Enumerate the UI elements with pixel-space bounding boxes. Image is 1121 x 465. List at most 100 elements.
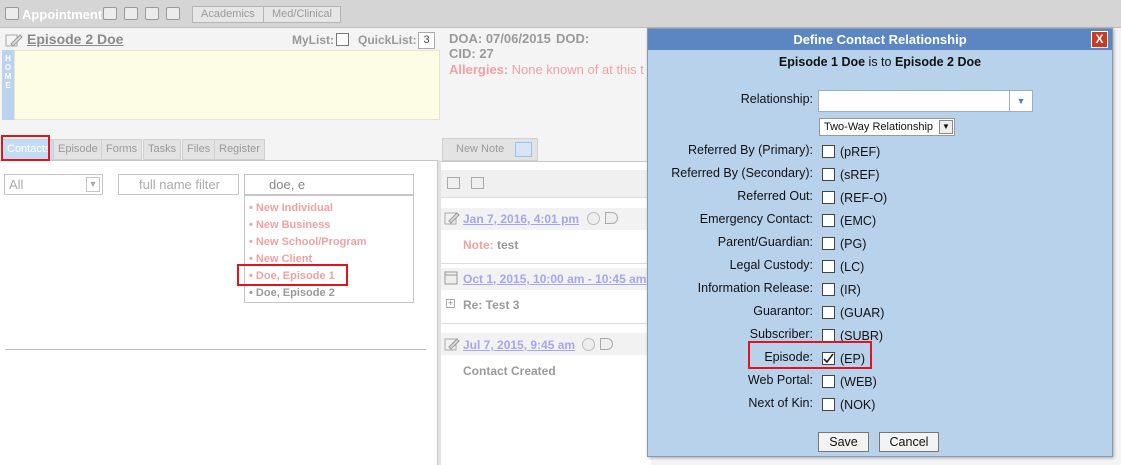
notes-panel (441, 161, 651, 465)
information-release-code: (IR) (840, 283, 861, 297)
name-filter-input[interactable]: full name filter (118, 174, 239, 195)
dialog-title[interactable]: Define Contact Relationship (648, 29, 1112, 50)
allergies-row: Allergies: None known of at this t (449, 62, 644, 77)
note-date-link[interactable]: Oct 1, 2015, 10:00 am - 10:45 am (463, 272, 646, 286)
client-notes-area[interactable] (14, 50, 440, 120)
tab-forms[interactable]: Forms (101, 139, 143, 160)
tab-tasks[interactable]: Tasks (143, 139, 182, 160)
chevron-down-icon[interactable]: ▼ (1010, 90, 1033, 112)
chevron-down-icon[interactable]: ▼ (86, 177, 100, 192)
referred-by-secondary-code: (sREF) (840, 168, 880, 182)
contact-type-select[interactable]: All ▼ (4, 174, 103, 195)
chevron-down-icon[interactable]: ▼ (939, 120, 953, 134)
referred-out-code: (REF-O) (840, 191, 888, 205)
refresh-icon[interactable] (471, 177, 484, 189)
guarantor-label: Guarantor: (753, 304, 813, 318)
web-portal-code: (WEB) (840, 375, 877, 389)
referred-out-label: Referred Out: (737, 189, 813, 203)
referred-by-secondary-checkbox[interactable] (822, 168, 835, 181)
tab-files[interactable]: Files (182, 139, 216, 160)
client-name-link[interactable]: Episode 2 Doe (27, 31, 123, 47)
tab-episode[interactable]: Episode (53, 139, 103, 160)
tag-icon[interactable] (605, 212, 618, 224)
new-individual-option[interactable]: • New Individual (249, 202, 333, 214)
doe-episode-2-option[interactable]: • Doe, Episode 2 (249, 287, 335, 299)
new-note-label: New Note (456, 143, 505, 155)
note-body-text: test (497, 238, 519, 252)
parent-guardian-checkbox[interactable] (822, 237, 835, 250)
print-icon[interactable] (145, 7, 159, 20)
contact-search-value: doe, e (269, 177, 306, 192)
calendar-icon[interactable] (5, 7, 19, 20)
referred-out-checkbox[interactable] (822, 191, 835, 204)
note-date-link[interactable]: Jul 7, 2015, 9:45 am (463, 338, 575, 352)
emergency-contact-code: (EMC) (840, 214, 877, 228)
emergency-contact-label: Emergency Contact: (699, 212, 813, 226)
parent-guardian-label: Parent/Guardian: (717, 235, 813, 249)
tab-register[interactable]: Register (214, 139, 265, 160)
relationship-input[interactable] (818, 90, 1010, 112)
edit-icon[interactable] (103, 7, 117, 20)
referred-by-primary-code: (pREF) (840, 145, 881, 159)
tab-academics[interactable]: Academics (192, 6, 264, 23)
tab-med-clinical[interactable]: Med/Clinical (263, 6, 341, 23)
guarantor-code: (GUAR) (840, 306, 885, 320)
note-divider (441, 263, 651, 264)
mylist-label: MyList: (292, 33, 334, 47)
note-body-text: Re: Test 3 (463, 298, 520, 312)
name-filter-placeholder: full name filter (139, 177, 220, 192)
app-title[interactable]: Appointment (22, 7, 102, 22)
contact-type-value: All (9, 177, 24, 192)
quicklist-input[interactable]: 3 (418, 32, 435, 49)
tab-new-note[interactable]: New Note (442, 138, 538, 161)
allergies-value: None known of at this t (511, 62, 644, 77)
contact-search-input[interactable]: doe, e (244, 174, 414, 195)
refresh-icon[interactable] (515, 142, 532, 157)
legal-custody-checkbox[interactable] (822, 260, 835, 273)
next-of-kin-code: (NOK) (840, 398, 876, 412)
doa-text: DOA: 07/06/2015 (449, 31, 551, 46)
save-button[interactable]: Save (818, 432, 869, 452)
clock-icon[interactable] (587, 212, 600, 225)
note-body-label: Note: (463, 238, 494, 252)
add-note-icon[interactable] (447, 177, 460, 189)
subtitle-connector: is to (865, 55, 895, 69)
card-icon[interactable] (124, 7, 138, 20)
close-icon[interactable]: X (1091, 31, 1108, 48)
left-divider (5, 349, 426, 350)
web-portal-checkbox[interactable] (822, 375, 835, 388)
referred-by-primary-checkbox[interactable] (822, 145, 835, 158)
referred-by-secondary-label: Referred By (Secondary): (671, 166, 813, 180)
contact-search-dropdown: • New Individual • New Business • New Sc… (244, 195, 414, 303)
emergency-contact-checkbox[interactable] (822, 214, 835, 227)
note-date-link[interactable]: Jan 7, 2016, 4:01 pm (463, 212, 579, 226)
information-release-label: Information Release: (697, 281, 813, 295)
new-business-option[interactable]: • New Business (249, 219, 331, 231)
subscriber-label: Subscriber: (749, 327, 813, 341)
home-strip[interactable]: HOME (2, 50, 14, 120)
information-release-checkbox[interactable] (822, 283, 835, 296)
guarantor-checkbox[interactable] (822, 306, 835, 319)
notes-toolbar (441, 170, 651, 198)
mylist-checkbox[interactable] (336, 33, 349, 46)
note-body-text: Contact Created (463, 364, 556, 378)
relationship-direction-select[interactable]: Two-Way Relationship ▼ (819, 118, 955, 136)
dod-text: DOD: (556, 31, 590, 46)
next-of-kin-checkbox[interactable] (822, 398, 835, 411)
clock-icon[interactable] (582, 338, 595, 351)
refresh-icon[interactable] (166, 7, 180, 20)
relationship-subtitle: Episode 1 Doe is to Episode 2 Doe (648, 55, 1112, 69)
cid-text: CID: 27 (449, 46, 494, 61)
new-school-program-option[interactable]: • New School/Program (249, 236, 367, 248)
expand-icon[interactable]: + (446, 299, 455, 308)
note-pencil-icon (444, 338, 460, 351)
cancel-button[interactable]: Cancel (879, 432, 939, 452)
highlight-contacts-tab (1, 135, 50, 161)
client-edit-icon (5, 34, 23, 47)
tag-icon[interactable] (600, 338, 613, 350)
subject-contact: Episode 1 Doe (778, 55, 866, 69)
referred-by-primary-label: Referred By (Primary): (687, 143, 813, 157)
target-contact: Episode 2 Doe (894, 55, 982, 69)
relationship-direction-value: Two-Way Relationship (824, 121, 934, 133)
home-strip-label: HOME (4, 54, 12, 90)
